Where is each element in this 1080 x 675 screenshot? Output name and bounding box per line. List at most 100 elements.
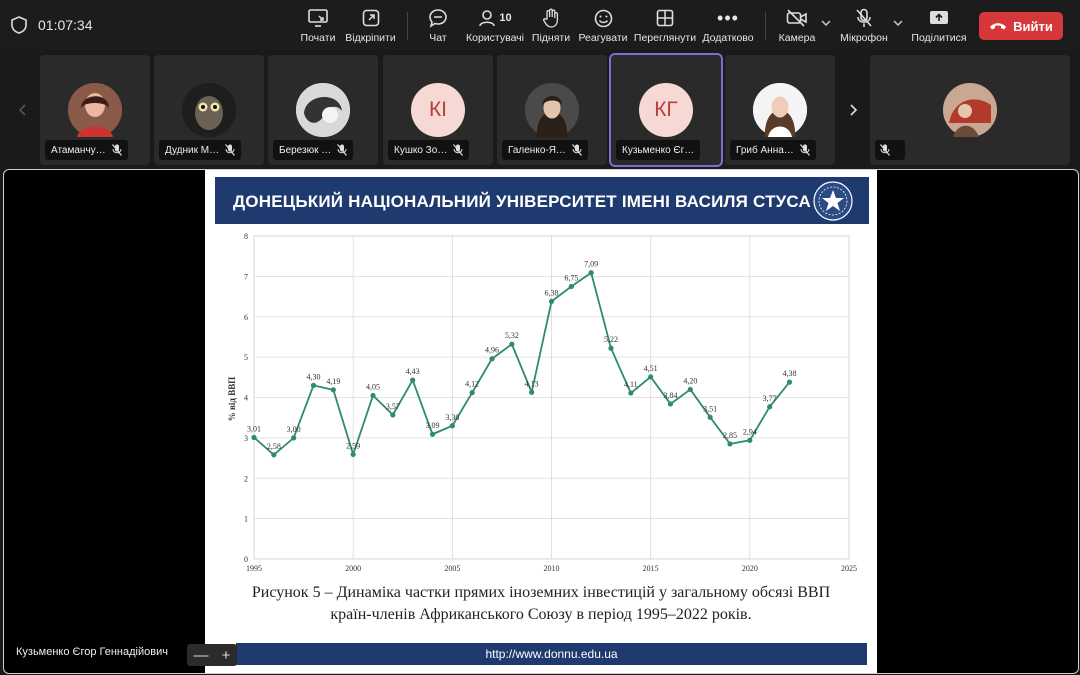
data-point [310,382,317,388]
data-label: 4,11 [624,380,638,389]
y-tick-label: 3 [244,434,248,443]
grid-view-icon [656,9,674,27]
data-label: 3,57 [386,402,400,411]
data-point [529,389,535,395]
data-point [449,423,455,429]
camera-off-icon [786,9,807,27]
meeting-timer: 01:07:34 [38,17,93,33]
x-tick-label: 1995 [246,564,262,573]
data-point [767,404,773,410]
data-label: 4,12 [465,380,479,389]
data-label: 4,43 [406,367,420,376]
mic-off-icon [111,144,122,156]
shield-icon[interactable] [11,16,27,34]
users-button[interactable]: 10 Користувачі [464,6,526,46]
avatar-photo [943,83,997,137]
mic-button[interactable]: Мікрофон [839,6,889,46]
data-label: 3,30 [445,413,459,422]
participant-name-badge: Кушко Зо… [388,140,470,160]
y-tick-label: 0 [244,555,248,564]
participant-tile[interactable]: Гриб Анна… [725,55,835,165]
participant-tile[interactable]: Дудник М… [154,55,264,165]
data-point [548,298,555,305]
participant-name-badge: Гриб Анна… [730,140,816,160]
participant-name: Кушко Зо… [394,144,448,156]
participant-tile[interactable] [870,55,1070,165]
data-point [687,386,693,393]
y-tick-label: 6 [244,313,248,322]
participant-name: Кузьменко Єг… [622,144,695,156]
raise-hand-label: Підняти [531,32,571,44]
university-emblem-icon [813,181,853,221]
mic-label: Мікрофон [840,32,888,44]
chat-button[interactable]: Чат [422,6,454,46]
more-label: Додатково [702,32,754,44]
screen-icon [308,9,328,27]
data-point [588,270,594,276]
x-tick-label: 2000 [345,564,361,573]
y-tick-label: 1 [244,515,248,524]
y-tick-label: 5 [244,353,248,362]
data-label: 3,84 [664,391,678,400]
view-button[interactable]: Переглянути [633,6,697,46]
data-point [429,431,436,437]
participant-name-badge: Кузьменко Єг… [616,140,701,160]
figure-caption-line-1: Рисунок 5 – Динаміка частки прямих інозе… [251,584,831,601]
mic-off-icon [880,144,890,156]
data-point [667,401,674,407]
data-point [291,435,297,441]
participant-tile[interactable]: Атаманчу… [40,55,150,165]
data-label: 2,94 [743,427,757,436]
mic-off-icon [856,8,872,27]
participant-name: Дудник М… [165,144,220,156]
data-label: 3,01 [247,424,261,433]
strip-prev-arrow[interactable] [9,55,37,165]
avatar [525,83,579,137]
data-label: 2,58 [267,442,281,451]
figure-caption-line-2: країн-членів Африканського Союзу в періо… [330,606,752,623]
participant-tile[interactable]: Галенко-Я… [497,55,607,165]
users-count: 10 [499,12,512,24]
participant-tile-active[interactable]: КГ Кузьменко Єг… [609,53,723,167]
more-button[interactable]: ••• Додатково [702,6,754,46]
chevron-down-icon[interactable] [893,18,903,28]
participant-name-badge: Атаманчу… [45,140,128,160]
leave-button[interactable]: Вийти [979,12,1063,40]
strip-next-arrow[interactable] [839,55,867,165]
avatar-photo [182,83,236,137]
mic-off-icon [453,144,464,156]
zoom-in-button[interactable]: + [222,647,231,664]
react-button[interactable]: Реагувати [577,6,629,46]
data-label: 4,13 [525,379,539,388]
avatar-photo [68,83,122,137]
detach-button[interactable]: Відкріпити [343,6,398,46]
data-label: 7,09 [584,260,598,269]
chevron-down-icon[interactable] [821,18,831,28]
x-tick-label: 2025 [841,564,857,573]
y-tick-label: 4 [244,394,248,403]
x-tick-label: 2015 [643,564,659,573]
data-label: 2,59 [346,441,360,450]
slide-footer: http://www.donnu.edu.ua [236,643,867,665]
data-label: 4,38 [783,369,797,378]
data-label: 6,75 [564,273,578,282]
avatar [296,83,350,137]
participant-name: Березюк … [279,144,332,156]
share-button[interactable]: Поділитися [910,6,968,46]
users-label: Користувачі [466,32,524,44]
slide-header: ДОНЕЦЬКИЙ НАЦІОНАЛЬНИЙ УНІВЕРСИТЕТ ІМЕНІ… [215,177,869,224]
zoom-out-button[interactable]: — [194,647,209,664]
data-label: 4,96 [485,346,499,355]
participant-tile[interactable]: Березюк … [268,55,378,165]
start-button[interactable]: Почати [296,6,340,46]
data-label: 3,09 [426,421,440,430]
raise-hand-button[interactable]: Підняти [530,6,572,46]
leave-label: Вийти [1013,18,1053,34]
hand-icon [543,8,559,28]
camera-label: Камера [778,32,816,44]
start-label: Почати [300,32,336,44]
participant-tile[interactable]: КІ Кушко Зо… [383,55,493,165]
camera-button[interactable]: Камера [776,6,818,46]
data-label: 2,85 [723,431,737,440]
hangup-icon [990,23,1007,30]
